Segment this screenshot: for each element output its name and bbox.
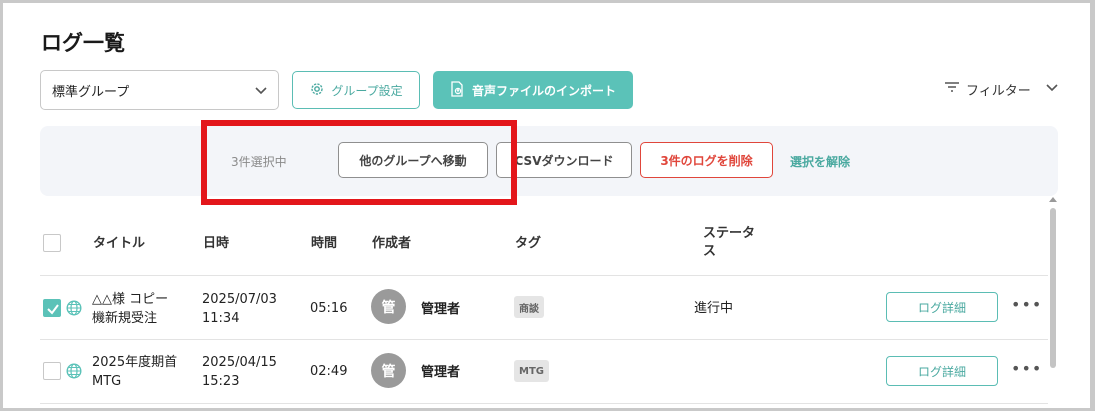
log-detail-button[interactable]: ログ詳細: [886, 356, 998, 386]
move-to-group-button[interactable]: 他のグループへ移動: [338, 142, 488, 178]
file-upload-icon: [450, 80, 464, 100]
status-text: 進行中: [694, 301, 734, 316]
row-time: 15:23: [202, 374, 240, 389]
import-audio-button[interactable]: 音声ファイルのインポート: [433, 71, 633, 109]
row-divider: [40, 339, 1048, 340]
header-duration: 時間: [311, 236, 338, 251]
delete-logs-button[interactable]: 3件のログを削除: [640, 142, 773, 178]
tag-badge: 商談: [514, 296, 544, 318]
header-status-line1: ステータ: [703, 226, 756, 241]
header-tag: タグ: [515, 236, 542, 251]
row-divider: [40, 275, 1048, 276]
row-datetime: 2025/07/03 11:34: [202, 290, 277, 328]
more-icon[interactable]: •••: [1011, 295, 1042, 314]
filter-toggle[interactable]: フィルター: [944, 79, 1059, 99]
filter-icon: [944, 80, 960, 98]
header-status: ステータ ス: [703, 225, 755, 261]
row-duration: 05:16: [310, 301, 348, 316]
chevron-down-icon: [1045, 80, 1059, 98]
log-detail-button[interactable]: ログ詳細: [886, 292, 998, 322]
row-title-line1: 2025年度期首: [92, 355, 178, 370]
row-author: 管理者: [421, 365, 461, 380]
row-duration: 02:49: [310, 364, 348, 379]
avatar: 管: [371, 353, 406, 388]
row-date: 2025/07/03: [202, 292, 277, 307]
row-date: 2025/04/15: [202, 355, 277, 370]
row-checkbox[interactable]: [43, 299, 61, 317]
group-select-value: 標準グループ: [52, 84, 130, 100]
csv-download-button[interactable]: CSVダウンロード: [496, 142, 632, 178]
header-author: 作成者: [372, 236, 412, 251]
checkmark-icon: [47, 304, 59, 315]
import-audio-label: 音声ファイルのインポート: [471, 83, 616, 98]
clear-selection-link[interactable]: 選択を解除: [790, 153, 850, 170]
row-title-line1: △△様 コピー: [92, 292, 169, 307]
scrollbar-thumb[interactable]: [1050, 208, 1056, 368]
selection-count: 3件選択中: [231, 155, 287, 169]
log-list-page: ログ一覧 標準グループ グループ設定 音声ファイルのインポート フィルター 3件…: [3, 3, 1090, 408]
avatar: 管: [371, 289, 406, 324]
page-title: ログ一覧: [41, 31, 125, 55]
group-select[interactable]: 標準グループ: [40, 70, 279, 110]
row-time: 11:34: [202, 311, 240, 326]
select-all-checkbox[interactable]: [43, 234, 61, 252]
row-title-line2: 機新規受注: [92, 311, 158, 326]
row-checkbox[interactable]: [43, 362, 61, 380]
header-title: タイトル: [93, 236, 146, 251]
group-settings-button[interactable]: グループ設定: [292, 71, 420, 109]
header-datetime: 日時: [203, 236, 230, 251]
header-status-line2: ス: [703, 244, 717, 259]
tag-badge: MTG: [514, 360, 549, 382]
group-settings-label: グループ設定: [331, 83, 403, 98]
globe-icon: [66, 300, 82, 316]
row-title[interactable]: △△様 コピー 機新規受注: [92, 290, 168, 328]
chevron-down-icon: [254, 83, 268, 101]
scroll-up-arrow[interactable]: [1049, 197, 1057, 202]
row-datetime: 2025/04/15 15:23: [202, 353, 277, 391]
row-divider: [40, 403, 1048, 404]
row-title-line2: MTG: [92, 374, 122, 389]
filter-label: フィルター: [966, 83, 1031, 99]
gear-icon: [309, 81, 325, 100]
row-title[interactable]: 2025年度期首 MTG: [92, 353, 177, 391]
row-author: 管理者: [421, 302, 461, 317]
more-icon[interactable]: •••: [1011, 359, 1042, 378]
globe-icon: [66, 363, 82, 379]
